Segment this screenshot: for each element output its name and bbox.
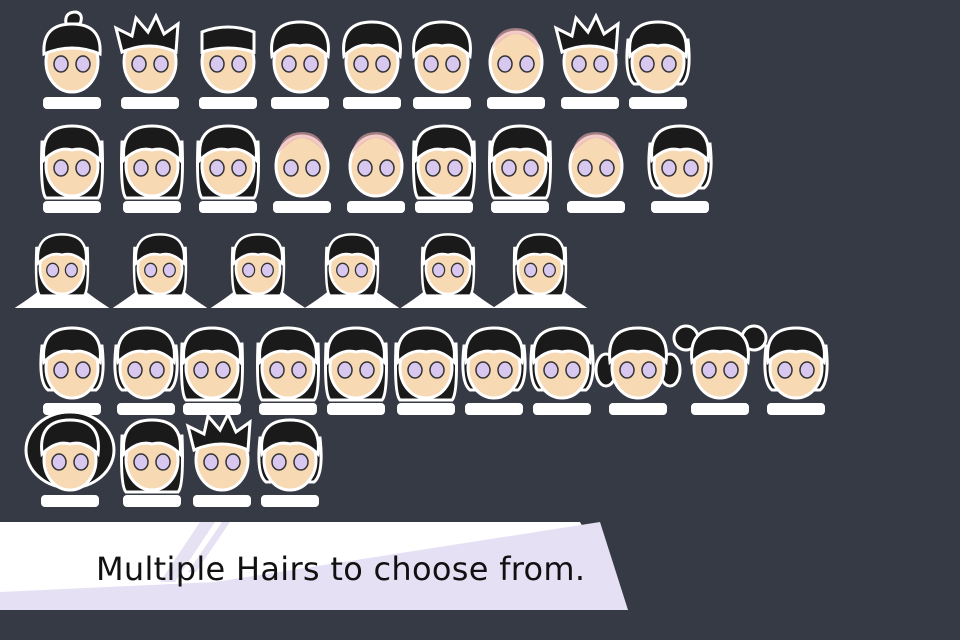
hair-option-avatar[interactable] xyxy=(640,118,720,214)
hair-option-avatar[interactable] xyxy=(32,118,112,214)
hair-option-avatar[interactable] xyxy=(398,225,498,321)
caption-banner: Multiple Hairs to choose from. xyxy=(0,522,640,614)
hair-option-avatar[interactable] xyxy=(188,14,268,110)
hair-option-avatar[interactable] xyxy=(480,118,560,214)
caption-text: Multiple Hairs to choose from. xyxy=(96,550,586,588)
hair-option-avatar[interactable] xyxy=(110,225,210,321)
hair-option-avatar[interactable] xyxy=(594,320,682,416)
hair-option-avatar[interactable] xyxy=(556,118,636,214)
hair-option-avatar[interactable] xyxy=(208,225,308,321)
hair-option-avatar[interactable] xyxy=(260,14,340,110)
hair-option-avatar[interactable] xyxy=(24,410,116,508)
hair-option-avatar[interactable] xyxy=(110,12,190,110)
hair-option-avatar[interactable] xyxy=(316,320,396,416)
hair-option-avatar[interactable] xyxy=(404,118,484,214)
hair-option-avatar[interactable] xyxy=(12,225,112,321)
hair-option-avatar[interactable] xyxy=(618,14,698,110)
hair-option-avatar[interactable] xyxy=(112,412,192,508)
hair-option-avatar[interactable] xyxy=(332,14,412,110)
hair-option-avatar[interactable] xyxy=(172,320,252,416)
hair-option-avatar[interactable] xyxy=(250,412,330,508)
hair-option-avatar[interactable] xyxy=(756,320,836,416)
hair-option-avatar[interactable] xyxy=(32,320,112,416)
hair-option-avatar[interactable] xyxy=(112,118,192,214)
hair-option-avatar[interactable] xyxy=(402,14,482,110)
hair-option-avatar[interactable] xyxy=(672,320,768,416)
hair-option-avatar[interactable] xyxy=(522,320,602,416)
hair-option-avatar[interactable] xyxy=(188,118,268,214)
hair-option-avatar[interactable] xyxy=(490,225,590,321)
hair-option-avatar[interactable] xyxy=(262,118,342,214)
hair-option-avatar[interactable] xyxy=(476,14,556,110)
hair-option-avatar[interactable] xyxy=(302,225,402,321)
hair-option-avatar[interactable] xyxy=(32,10,112,110)
